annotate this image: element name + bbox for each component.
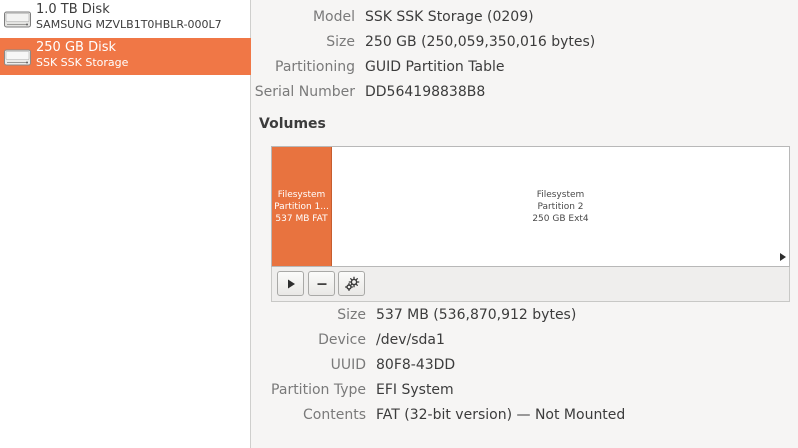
partition-2-block[interactable]: Filesystem Partition 2 250 GB Ext4	[332, 147, 789, 266]
partitioning-label: Partitioning	[275, 59, 355, 75]
mount-button[interactable]	[277, 271, 304, 296]
harddisk-icon	[3, 5, 32, 32]
partition-options-button[interactable]	[338, 271, 365, 296]
partition-type-row: Partition Type	[252, 380, 366, 400]
serial-row: Serial Number	[252, 82, 355, 102]
device-label: Device	[318, 332, 366, 348]
partition-1-block[interactable]: Filesystem Partition 1... 537 MB FAT	[272, 147, 332, 266]
serial-label: Serial Number	[254, 84, 355, 100]
gears-icon	[344, 276, 359, 291]
partition-type-value: EFI System	[376, 382, 454, 398]
size-row: Size	[252, 32, 355, 52]
partitioning-value: GUID Partition Table	[365, 59, 505, 75]
disks-window: 1.0 TB Disk SAMSUNG MZVLB1T0HBLR-000L7 2…	[0, 0, 798, 448]
partitioning-row: Partitioning	[252, 57, 355, 77]
size-value: 250 GB (250,059,350,016 bytes)	[365, 34, 596, 50]
partition-1-type: Filesystem	[277, 189, 326, 200]
partition-2-name: Partition 2	[537, 201, 584, 212]
minus-icon	[317, 282, 326, 285]
size-label: Size	[326, 34, 355, 50]
volume-toolbar	[271, 267, 790, 302]
disk-name: 250 GB Disk	[36, 40, 116, 55]
partition-2-size: 250 GB Ext4	[532, 213, 589, 224]
disk-name: 1.0 TB Disk	[36, 2, 110, 17]
uuid-label: UUID	[330, 357, 366, 373]
contents-label: Contents	[303, 407, 366, 423]
model-row: Model	[252, 7, 355, 27]
part-size-row: Size	[252, 305, 366, 325]
disk-list-sidebar: 1.0 TB Disk SAMSUNG MZVLB1T0HBLR-000L7 2…	[0, 0, 251, 448]
device-row: Device	[252, 330, 366, 350]
disk-model: SAMSUNG MZVLB1T0HBLR-000L7	[36, 18, 222, 31]
disk-details-panel: Model SSK SSK Storage (0209) Size 250 GB…	[252, 0, 798, 448]
model-value: SSK SSK Storage (0209)	[365, 9, 534, 25]
volumes-heading: Volumes	[259, 116, 326, 132]
part-size-value: 537 MB (536,870,912 bytes)	[376, 307, 577, 323]
partition-type-label: Partition Type	[271, 382, 366, 398]
disk-item-1tb[interactable]: 1.0 TB Disk SAMSUNG MZVLB1T0HBLR-000L7	[0, 0, 251, 37]
disk-model: SSK SSK Storage	[36, 56, 129, 69]
serial-value: DD564198838B8	[365, 84, 486, 100]
partition-1-name: Partition 1...	[274, 201, 329, 212]
model-label: Model	[312, 9, 355, 25]
partition-2-type: Filesystem	[536, 189, 585, 200]
scroll-right-icon[interactable]	[780, 253, 786, 261]
contents-value: FAT (32-bit version) — Not Mounted	[376, 407, 626, 423]
uuid-row: UUID	[252, 355, 366, 375]
partition-1-size: 537 MB FAT	[275, 213, 328, 224]
part-size-label: Size	[337, 307, 366, 323]
contents-row: Contents	[252, 405, 366, 425]
delete-partition-button[interactable]	[308, 271, 335, 296]
uuid-value: 80F8-43DD	[376, 357, 456, 373]
device-value: /dev/sda1	[376, 332, 445, 348]
volume-map: Filesystem Partition 1... 537 MB FAT Fil…	[271, 146, 790, 267]
disk-item-250gb[interactable]: 250 GB Disk SSK SSK Storage	[0, 38, 251, 75]
play-icon	[287, 279, 295, 288]
harddisk-icon	[3, 43, 32, 70]
